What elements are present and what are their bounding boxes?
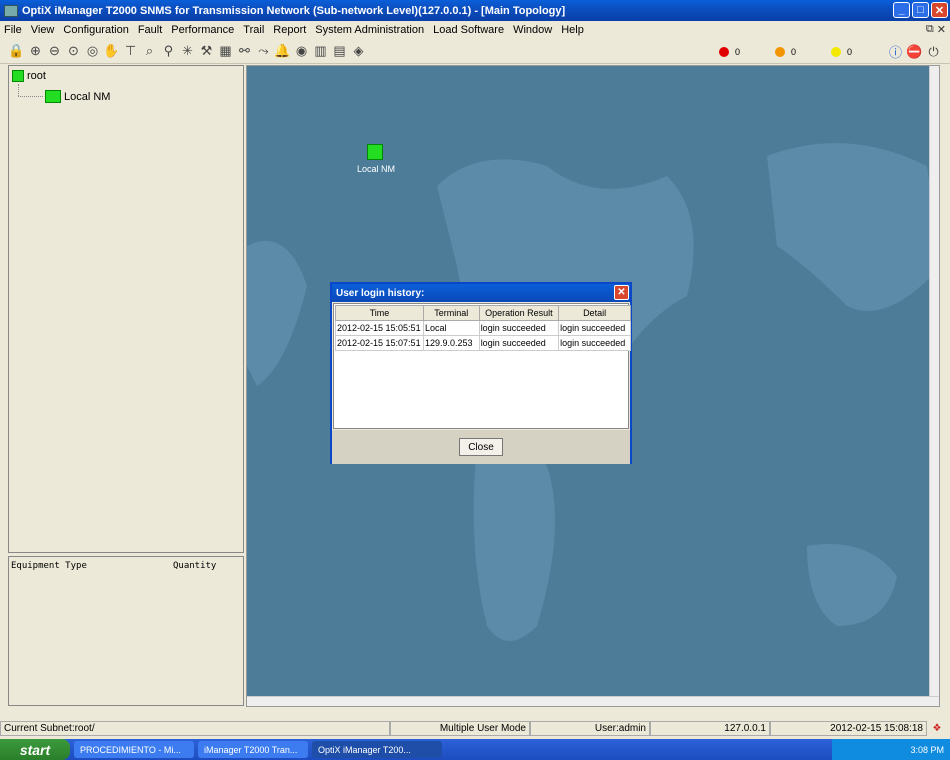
user-name: User:admin [530,721,650,736]
dialog-title-bar: User login history: ✕ [332,284,630,302]
dialog-close-icon[interactable]: ✕ [614,285,629,300]
minor-alarm[interactable]: 0 [831,46,887,57]
node-label: Local NM [357,164,396,174]
column-header[interactable]: Operation Result [478,305,560,321]
ne-icon [45,90,61,103]
trail-icon[interactable]: ⤳ [255,43,272,60]
login-history-dialog: User login history: ✕ Time Terminal Oper… [330,282,632,464]
alarm-icon[interactable]: 🔔 [274,43,291,60]
tree-local-nm[interactable]: Local NM [45,90,110,103]
close-dialog-button[interactable]: Close [459,438,503,456]
topology-tree: root Local NM [8,65,244,553]
column-header[interactable]: Time [335,305,424,321]
login-history-table: Time Terminal Operation Result Detail 20… [335,305,631,351]
connection-icon: ❖ [932,723,942,734]
dialog-title: User login history: [336,287,425,299]
status-bar: Current Subnet:root/ Multiple User Mode … [0,720,950,737]
fiber-icon[interactable]: ✳ [179,43,196,60]
minimize-button[interactable]: _ [893,2,910,18]
menu-load-software[interactable]: Load Software [433,24,504,36]
column-header[interactable]: Detail [558,305,631,321]
horizontal-scrollbar[interactable] [247,696,939,706]
tray-clock: 3:08 PM [910,744,944,755]
local-nm-node[interactable] [367,144,383,160]
tree-root[interactable]: root [12,70,46,82]
performance-icon[interactable]: ▥ [312,43,329,60]
menu-help[interactable]: Help [561,24,584,36]
filter-icon[interactable]: ⊤ [122,43,139,60]
zoom-fit-icon[interactable]: ⊙ [65,43,82,60]
toolbar: 🔒 ⊕ ⊖ ⊙ ◎ ✋ ⊤ ⌕ ⚲ ✳ ⚒ ▦ ⚯ ⤳ 🔔 ◉ ▥ ▤ ◈ 0 … [0,39,950,64]
current-subnet: Current Subnet:root/ [0,721,390,736]
menu-trail[interactable]: Trail [243,24,264,36]
status-datetime: 2012-02-15 15:08:18 [770,721,927,736]
menu-bar: File View Configuration Fault Performanc… [0,21,950,39]
window-title: OptiX iManager T2000 SNMS for Transmissi… [22,4,566,17]
close-child-icon[interactable]: ✕ [937,23,946,36]
lock-icon[interactable]: 🔒 [8,43,25,60]
zoom-reset-icon[interactable]: ◎ [84,43,101,60]
quantity-header: Quantity [173,561,217,571]
root-icon [12,70,24,82]
table-header: Time Terminal Operation Result Detail [335,305,631,321]
report-icon[interactable]: ▤ [331,43,348,60]
pan-hand-icon[interactable]: ✋ [103,43,120,60]
system-tray: 3:08 PM [832,739,950,760]
menu-file[interactable]: File [4,24,22,36]
power-icon[interactable]: ⏻ [925,43,942,60]
user-mode: Multiple User Mode [390,721,530,736]
link-icon[interactable]: ⚒ [198,43,215,60]
layout-icon[interactable]: ▦ [217,43,234,60]
major-alarm[interactable]: 0 [775,46,831,57]
menu-window[interactable]: Window [513,24,552,36]
restore-child-icon[interactable]: ⧉ [926,23,934,36]
alarm-indicators: 0 0 0 ⓘ ⛔ ⏻ [719,43,944,60]
table-row[interactable]: 2012-02-15 15:05:51 Local login succeede… [335,320,631,336]
find-icon[interactable]: ⌕ [141,43,158,60]
menu-performance[interactable]: Performance [171,24,234,36]
menu-system-administration[interactable]: System Administration [315,24,424,36]
menu-fault[interactable]: Fault [138,24,162,36]
zoom-out-icon[interactable]: ⊖ [46,43,63,60]
dialog-footer: Close [332,430,630,464]
equipment-type-header: Equipment Type [11,561,87,571]
maximize-button[interactable]: □ [912,2,929,18]
stop-icon[interactable]: ⛔ [906,43,923,60]
zoom-in-icon[interactable]: ⊕ [27,43,44,60]
task-imanager-tran[interactable]: iManager T2000 Tran... [198,741,308,758]
menu-view[interactable]: View [31,24,55,36]
table-row[interactable]: 2012-02-15 15:07:51 129.9.0.253 login su… [335,335,631,351]
close-button[interactable]: ✕ [931,2,948,18]
server-ip: 127.0.0.1 [650,721,770,736]
login-table-container: Time Terminal Operation Result Detail 20… [333,303,631,429]
taskbar: start PROCEDIMIENTO - Mi... iManager T20… [0,739,950,760]
topology-icon[interactable]: ⚲ [160,43,177,60]
menu-report[interactable]: Report [273,24,306,36]
equipment-panel: Equipment Type Quantity [8,556,244,706]
title-bar: OptiX iManager T2000 SNMS for Transmissi… [0,0,950,21]
menu-configuration[interactable]: Configuration [63,24,128,36]
task-optix-imanager[interactable]: OptiX iManager T200... [312,741,442,758]
app-icon [4,4,18,17]
critical-alarm[interactable]: 0 [719,46,775,57]
vertical-scrollbar[interactable] [929,66,939,706]
start-button[interactable]: start [0,739,70,760]
info-icon[interactable]: ⓘ [887,43,904,60]
settings-icon[interactable]: ◈ [350,43,367,60]
column-header[interactable]: Terminal [422,305,480,321]
alarm-browse-icon[interactable]: ◉ [293,43,310,60]
task-procedimiento[interactable]: PROCEDIMIENTO - Mi... [74,741,194,758]
connect-icon[interactable]: ⚯ [236,43,253,60]
